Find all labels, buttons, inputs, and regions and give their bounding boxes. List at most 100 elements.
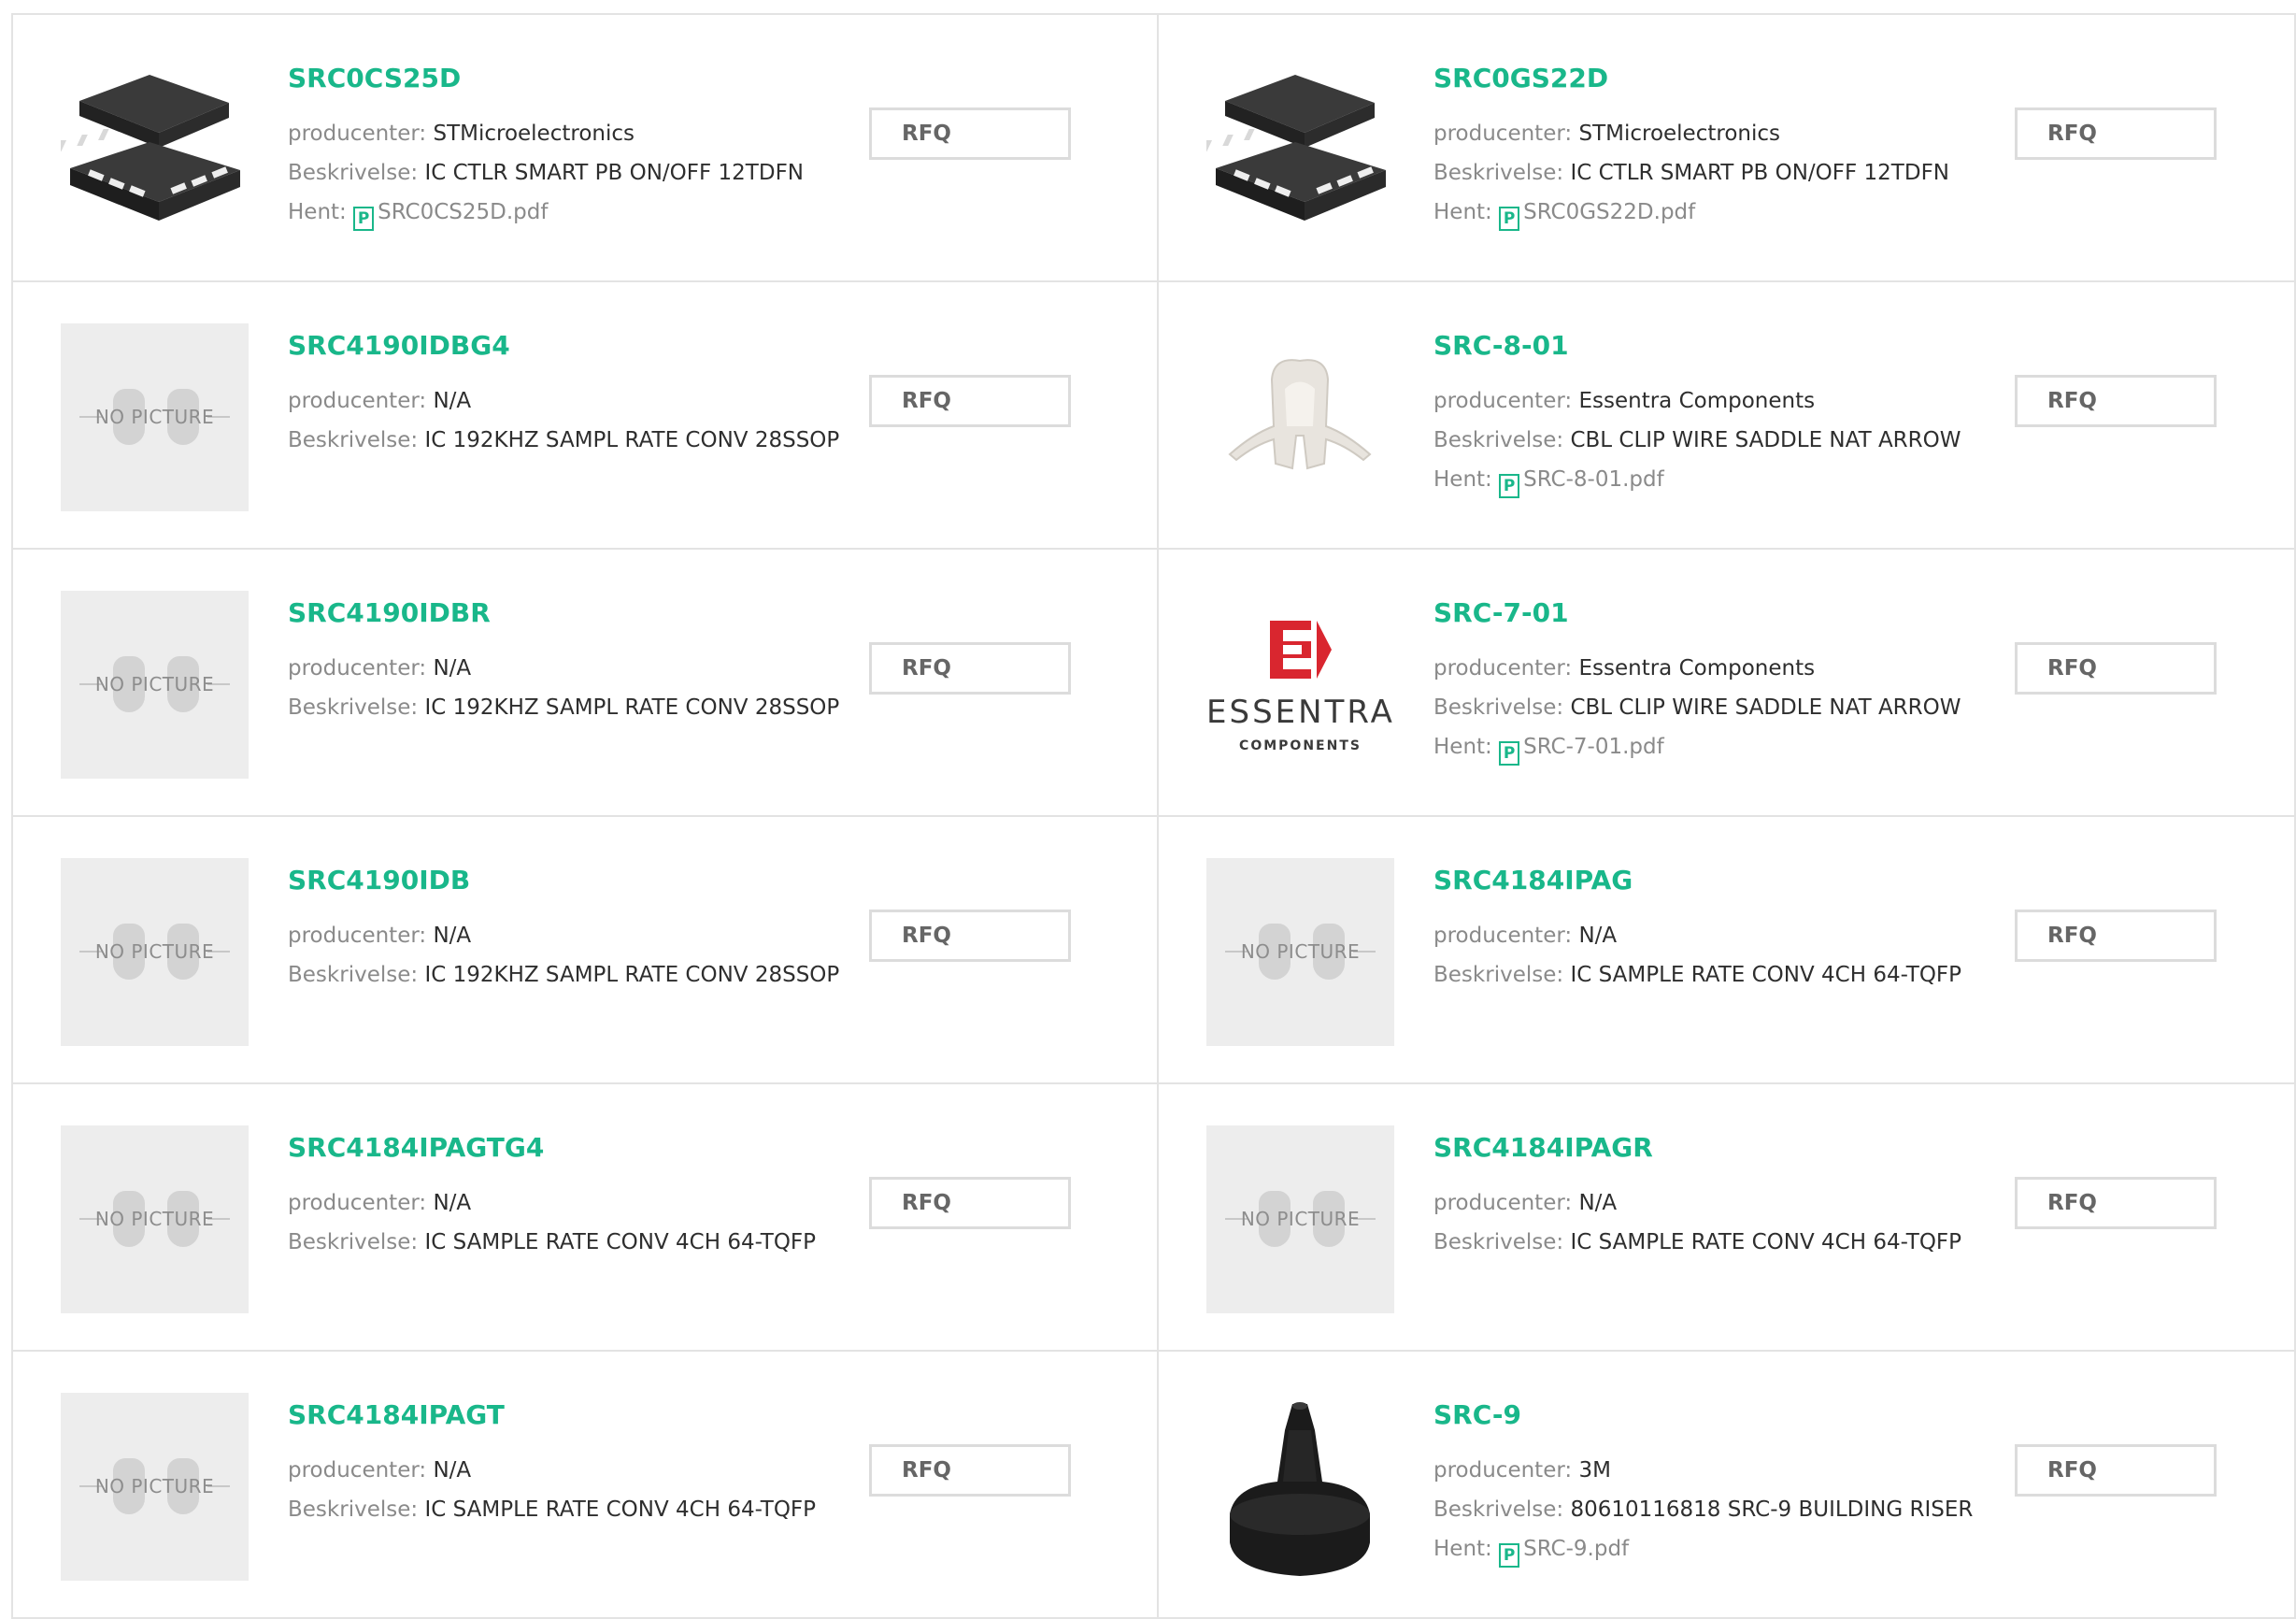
- download-label: Hent:: [288, 200, 347, 224]
- description-value: IC CTLR SMART PB ON/OFF 12TDFN: [424, 161, 805, 185]
- part-number-link[interactable]: SRC-7-01: [1433, 598, 1961, 628]
- no-picture-placeholder[interactable]: NO PICTURE: [61, 591, 249, 779]
- product-info: SRC0GS22D producenter: STMicroelectronic…: [1433, 64, 1949, 232]
- rfq-button[interactable]: RFQ: [2015, 1177, 2217, 1229]
- manufacturer-value: STMicroelectronics: [433, 122, 635, 146]
- manufacturer-row: producenter: N/A: [288, 381, 839, 421]
- description-row: Beskrivelse: CBL CLIP WIRE SADDLE NAT AR…: [1433, 421, 1961, 460]
- datasheet-link[interactable]: P SRC0GS22D.pdf: [1499, 200, 1695, 231]
- no-picture-label: NO PICTURE: [94, 406, 215, 428]
- product-info: SRC4184IPAGTG4 producenter: N/A Beskrive…: [288, 1133, 816, 1262]
- rfq-button[interactable]: RFQ: [869, 1177, 1071, 1229]
- product-grid: SRC0CS25D producenter: STMicroelectronic…: [11, 13, 2296, 1619]
- manufacturer-label: producenter:: [1433, 656, 1573, 681]
- description-value: 80610116818 SRC-9 BUILDING RISER: [1570, 1497, 1974, 1522]
- rfq-button[interactable]: RFQ: [2015, 107, 2217, 160]
- pdf-icon: P: [1499, 1543, 1520, 1568]
- manufacturer-row: producenter: N/A: [1433, 1183, 1961, 1223]
- manufacturer-row: producenter: N/A: [288, 649, 839, 688]
- product-info: SRC4190IDBR producenter: N/A Beskrivelse…: [288, 598, 839, 727]
- manufacturer-value: N/A: [433, 924, 472, 948]
- pdf-icon: P: [1499, 741, 1520, 766]
- product-image[interactable]: ESSENTRA COMPONENTS: [1206, 591, 1394, 779]
- description-row: Beskrivelse: IC SAMPLE RATE CONV 4CH 64-…: [1433, 1223, 1961, 1262]
- datasheet-link[interactable]: P SRC-8-01.pdf: [1499, 467, 1664, 498]
- manufacturer-value: STMicroelectronics: [1578, 122, 1780, 146]
- manufacturer-row: producenter: N/A: [288, 1183, 816, 1223]
- pdf-icon: P: [1499, 207, 1520, 231]
- manufacturer-row: producenter: STMicroelectronics: [288, 114, 804, 153]
- description-row: Beskrivelse: IC SAMPLE RATE CONV 4CH 64-…: [288, 1490, 816, 1529]
- manufacturer-row: producenter: STMicroelectronics: [1433, 114, 1949, 153]
- description-row: Beskrivelse: IC 192KHZ SAMPL RATE CONV 2…: [288, 421, 839, 460]
- manufacturer-row: producenter: N/A: [288, 916, 839, 955]
- part-number-link[interactable]: SRC-9: [1433, 1400, 1973, 1430]
- product-card: NO PICTURE SRC4184IPAGT producenter: N/A…: [13, 1352, 1159, 1619]
- part-number-link[interactable]: SRC4184IPAGT: [288, 1400, 816, 1430]
- rfq-button[interactable]: RFQ: [2015, 642, 2217, 695]
- rfq-button[interactable]: RFQ: [869, 642, 1071, 695]
- description-row: Beskrivelse: IC CTLR SMART PB ON/OFF 12T…: [288, 153, 804, 193]
- datasheet-link[interactable]: P SRC-9.pdf: [1499, 1537, 1629, 1568]
- manufacturer-label: producenter:: [288, 1191, 427, 1215]
- description-value: CBL CLIP WIRE SADDLE NAT ARROW: [1570, 428, 1961, 452]
- no-picture-placeholder[interactable]: NO PICTURE: [61, 1125, 249, 1313]
- manufacturer-value: N/A: [1578, 924, 1618, 948]
- download-row: Hent: P SRC-8-01.pdf: [1433, 460, 1961, 499]
- no-picture-placeholder[interactable]: NO PICTURE: [61, 323, 249, 511]
- description-value: IC 192KHZ SAMPL RATE CONV 28SSOP: [424, 428, 840, 452]
- manufacturer-value: N/A: [433, 389, 472, 413]
- manufacturer-row: producenter: Essentra Components: [1433, 649, 1961, 688]
- product-card: NO PICTURE SRC4190IDB producenter: N/A B…: [13, 817, 1159, 1084]
- pdf-icon: P: [1499, 474, 1520, 498]
- rfq-button[interactable]: RFQ: [2015, 375, 2217, 427]
- manufacturer-value: N/A: [1578, 1191, 1618, 1215]
- part-number-link[interactable]: SRC4184IPAG: [1433, 866, 1961, 895]
- datasheet-filename: SRC0CS25D.pdf: [378, 200, 549, 224]
- datasheet-link[interactable]: P SRC0CS25D.pdf: [353, 200, 549, 231]
- part-number-link[interactable]: SRC4190IDB: [288, 866, 839, 895]
- manufacturer-label: producenter:: [1433, 389, 1573, 413]
- rfq-button[interactable]: RFQ: [2015, 910, 2217, 962]
- description-label: Beskrivelse:: [1433, 161, 1564, 185]
- product-card: SRC-8-01 producenter: Essentra Component…: [1159, 282, 2296, 550]
- part-number-link[interactable]: SRC0CS25D: [288, 64, 804, 93]
- description-label: Beskrivelse:: [288, 1230, 419, 1254]
- description-label: Beskrivelse:: [1433, 428, 1564, 452]
- product-image[interactable]: [1206, 1393, 1394, 1581]
- part-number-link[interactable]: SRC4190IDBR: [288, 598, 839, 628]
- rfq-button[interactable]: RFQ: [869, 375, 1071, 427]
- product-image[interactable]: [1206, 323, 1394, 511]
- no-picture-placeholder[interactable]: NO PICTURE: [1206, 1125, 1394, 1313]
- download-row: Hent: P SRC-9.pdf: [1433, 1529, 1973, 1569]
- part-number-link[interactable]: SRC4184IPAGR: [1433, 1133, 1961, 1163]
- product-card: SRC-9 producenter: 3M Beskrivelse: 80610…: [1159, 1352, 2296, 1619]
- description-row: Beskrivelse: IC SAMPLE RATE CONV 4CH 64-…: [1433, 955, 1961, 995]
- product-card: NO PICTURE SRC4184IPAGTG4 producenter: N…: [13, 1084, 1159, 1352]
- rfq-button[interactable]: RFQ: [869, 1444, 1071, 1497]
- part-number-link[interactable]: SRC4190IDBG4: [288, 331, 839, 361]
- description-label: Beskrivelse:: [288, 161, 419, 185]
- product-image[interactable]: [61, 56, 249, 244]
- part-number-link[interactable]: SRC-8-01: [1433, 331, 1961, 361]
- part-number-link[interactable]: SRC0GS22D: [1433, 64, 1949, 93]
- download-label: Hent:: [1433, 1537, 1492, 1561]
- no-picture-label: NO PICTURE: [94, 1208, 215, 1230]
- no-picture-label: NO PICTURE: [1240, 940, 1361, 963]
- description-label: Beskrivelse:: [1433, 1230, 1564, 1254]
- rfq-button[interactable]: RFQ: [869, 910, 1071, 962]
- no-picture-placeholder[interactable]: NO PICTURE: [1206, 858, 1394, 1046]
- product-image[interactable]: [1206, 56, 1394, 244]
- manufacturer-row: producenter: Essentra Components: [1433, 381, 1961, 421]
- no-picture-placeholder[interactable]: NO PICTURE: [61, 1393, 249, 1581]
- rfq-button[interactable]: RFQ: [2015, 1444, 2217, 1497]
- rfq-button[interactable]: RFQ: [869, 107, 1071, 160]
- product-card: ESSENTRA COMPONENTS SRC-7-01 producenter…: [1159, 550, 2296, 817]
- product-info: SRC4184IPAGT producenter: N/A Beskrivels…: [288, 1400, 816, 1529]
- part-number-link[interactable]: SRC4184IPAGTG4: [288, 1133, 816, 1163]
- product-info: SRC4184IPAG producenter: N/A Beskrivelse…: [1433, 866, 1961, 995]
- datasheet-link[interactable]: P SRC-7-01.pdf: [1499, 735, 1664, 766]
- no-picture-placeholder[interactable]: NO PICTURE: [61, 858, 249, 1046]
- manufacturer-label: producenter:: [1433, 1191, 1573, 1215]
- description-row: Beskrivelse: 80610116818 SRC-9 BUILDING …: [1433, 1490, 1973, 1529]
